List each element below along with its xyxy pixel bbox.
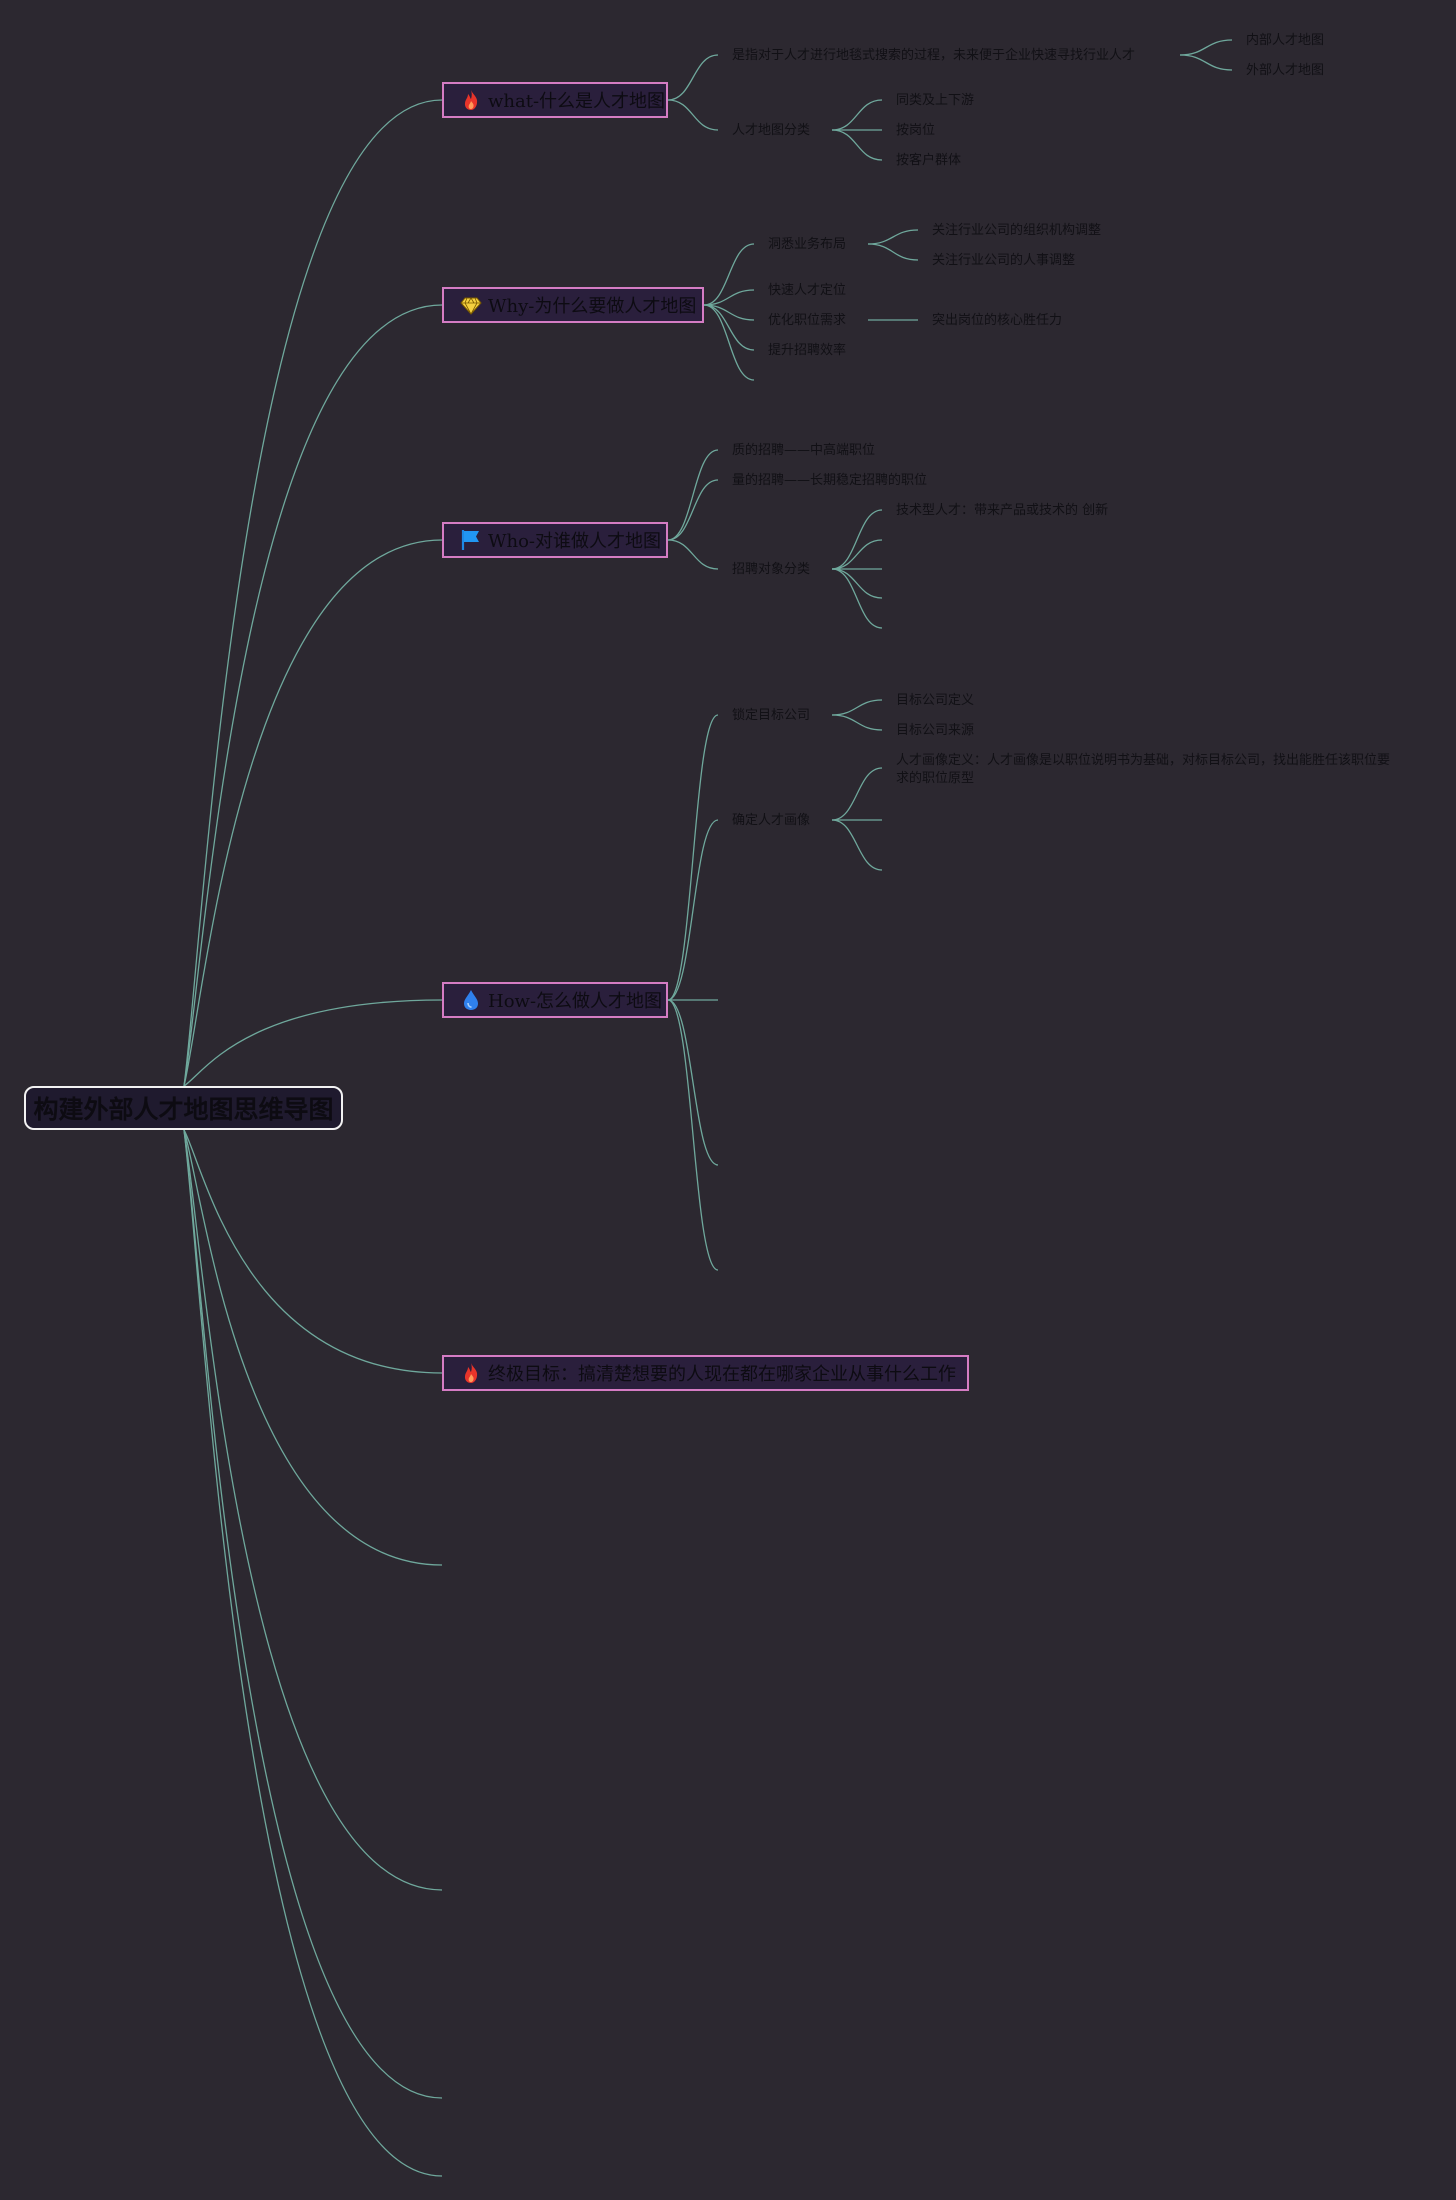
why-item[interactable]: 优化职位需求 (768, 312, 846, 330)
how-company-child[interactable]: 目标公司来源 (896, 722, 974, 740)
what-connector (1179, 39, 1233, 56)
how-connector (667, 714, 719, 1001)
why-item[interactable]: 快速人才定位 (768, 282, 846, 300)
flag-icon (460, 529, 482, 551)
root-connector (183, 1129, 443, 1374)
how-connector (831, 714, 883, 731)
what-connector (667, 54, 719, 101)
branch-who[interactable]: Who-对谁做人才地图 (442, 522, 668, 558)
root-connector (183, 99, 443, 1087)
what-definition-child[interactable]: 内部人才地图 (1246, 32, 1324, 50)
who-item[interactable]: 质的招聘——中高端职位 (732, 442, 875, 460)
branch-goal[interactable]: 终极目标：搞清楚想要的人现在都在哪家企业从事什么工作 (442, 1355, 969, 1391)
how-connector (831, 699, 883, 716)
who-item[interactable]: 量的招聘——长期稳定招聘的职位 (732, 472, 927, 490)
why-connector (703, 304, 755, 381)
who-item[interactable]: 招聘对象分类 (732, 561, 810, 579)
how-item[interactable]: 锁定目标公司 (732, 707, 810, 725)
why-insight-child[interactable]: 关注行业公司的组织机构调整 (932, 222, 1101, 240)
branch-how[interactable]: How-怎么做人才地图 (442, 982, 668, 1018)
mind-map-canvas: 构建外部人才地图思维导图 what-什么是人才地图 是指对于人才进行地毯式搜索的… (0, 0, 1456, 2200)
who-connector (831, 568, 883, 599)
who-connector (667, 539, 719, 570)
how-company-child[interactable]: 目标公司定义 (896, 692, 974, 710)
water-drop-icon (460, 989, 482, 1011)
branch-label: what-什么是人才地图 (488, 91, 666, 112)
root-connector (183, 539, 443, 1087)
why-connector (867, 243, 919, 261)
what-definition-child[interactable]: 外部人才地图 (1246, 62, 1324, 80)
how-item[interactable]: 确定人才画像 (732, 812, 810, 830)
what-connector (831, 99, 883, 131)
branch-label: How-怎么做人才地图 (488, 991, 663, 1012)
why-optimize-child[interactable]: 突出岗位的核心胜任力 (932, 312, 1062, 330)
branch-what[interactable]: what-什么是人才地图 (442, 82, 668, 118)
how-connector (831, 767, 883, 821)
branch-why[interactable]: Why-为什么要做人才地图 (442, 287, 704, 323)
what-definition[interactable]: 是指对于人才进行地毯式搜索的过程，未来便于企业快速寻找行业人才 (732, 47, 1135, 65)
fire-icon (460, 89, 482, 111)
what-category-child[interactable]: 按客户群体 (896, 152, 961, 170)
who-type-child[interactable]: 技术型人才：带来产品或技术的 创新 (896, 502, 1108, 520)
what-connector (1179, 54, 1233, 71)
branch-label: Who-对谁做人才地图 (488, 531, 662, 552)
root-connector (183, 1129, 443, 1891)
what-connector (667, 99, 719, 131)
why-item[interactable]: 洞悉业务布局 (768, 236, 846, 254)
why-item[interactable]: 提升招聘效率 (768, 342, 846, 360)
branch-label: Why-为什么要做人才地图 (488, 296, 697, 317)
how-portrait-child[interactable]: 人才画像定义：人才画像是以职位说明书为基础，对标目标公司，找出能胜任该职位要求的… (896, 752, 1396, 788)
who-connector (831, 539, 883, 570)
who-connector (667, 479, 719, 541)
who-connector (831, 509, 883, 570)
what-connector (831, 129, 883, 161)
root-connector (183, 999, 443, 1087)
how-connector (667, 819, 719, 1001)
why-connector (703, 243, 755, 306)
fire-icon (460, 1362, 482, 1384)
root-connector (183, 1129, 443, 2099)
what-category[interactable]: 人才地图分类 (732, 122, 810, 140)
what-category-child[interactable]: 同类及上下游 (896, 92, 974, 110)
why-insight-child[interactable]: 关注行业公司的人事调整 (932, 252, 1075, 270)
who-connector (667, 449, 719, 541)
who-connector (831, 568, 883, 629)
root-connector (183, 1129, 443, 2177)
why-connector (867, 229, 919, 245)
what-category-child[interactable]: 按岗位 (896, 122, 935, 140)
diamond-icon (460, 294, 482, 316)
branch-label: 终极目标：搞清楚想要的人现在都在哪家企业从事什么工作 (488, 1364, 956, 1385)
root-node[interactable]: 构建外部人才地图思维导图 (24, 1086, 343, 1130)
root-connector (183, 304, 443, 1087)
how-connector (831, 819, 883, 871)
how-connector (667, 999, 719, 1271)
